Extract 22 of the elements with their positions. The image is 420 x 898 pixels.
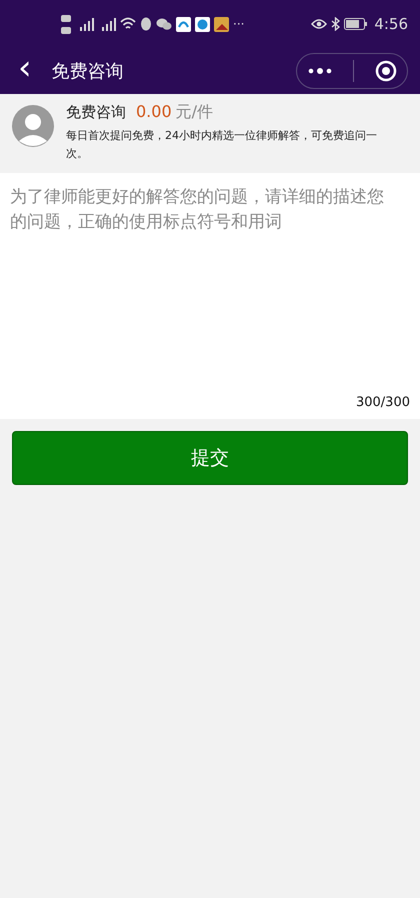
sim-icon <box>60 14 72 34</box>
more-icon[interactable] <box>308 67 332 75</box>
eye-icon <box>311 18 328 30</box>
clock: 4:56 <box>374 15 408 33</box>
app-icon <box>214 16 229 32</box>
submit-button[interactable]: 提交 <box>12 431 408 485</box>
bluetooth-icon <box>331 17 340 31</box>
price: 0.00 <box>136 102 172 121</box>
price-unit: 元/件 <box>176 102 214 123</box>
avatar-icon <box>12 105 54 147</box>
page-title: 免费咨询 <box>52 60 125 83</box>
service-description: 每日首次提问免费，24小时内精选一位律师解答，可免费追问一次。 <box>66 128 378 162</box>
chat-icon <box>156 17 172 31</box>
question-field[interactable]: 为了律师能更好的解答您的问题，请详细的描述您的问题，正确的使用标点符号和用词 <box>0 173 420 395</box>
character-counter: 300/300 <box>0 394 420 419</box>
battery-icon <box>344 18 368 30</box>
back-button[interactable]: ‹ <box>10 53 40 89</box>
app-icon <box>176 16 191 32</box>
more-notifications: ··· <box>233 17 244 31</box>
wifi-icon <box>120 17 136 31</box>
app-icon <box>195 16 210 32</box>
service-name: 免费咨询 <box>66 103 126 122</box>
